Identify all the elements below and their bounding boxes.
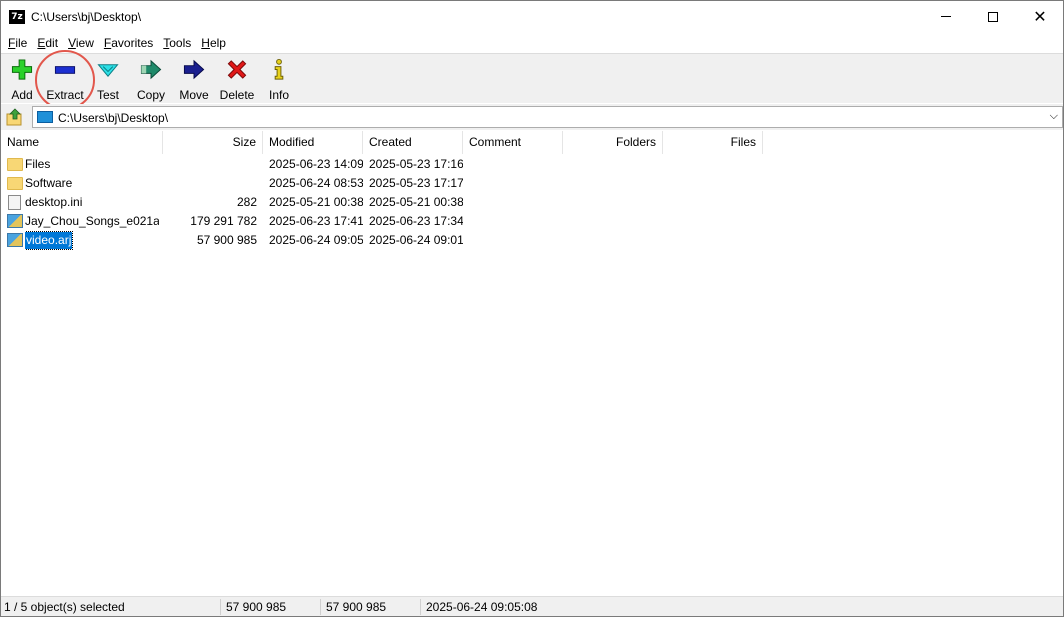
maximize-icon <box>988 11 998 22</box>
column-header-created[interactable]: Created <box>363 131 463 154</box>
info-icon <box>274 58 284 80</box>
file-row-selected[interactable]: video.arj 57 900 985 2025-06-24 09:05 20… <box>1 231 763 250</box>
column-header-folders[interactable]: Folders <box>563 131 663 154</box>
file-created: 2025-05-21 00:38 <box>369 195 463 209</box>
toolbar: Add Extract Test Copy Move Delete Info <box>1 53 1063 103</box>
info-button[interactable]: Info <box>265 58 293 102</box>
folder-icon <box>7 157 23 172</box>
status-divider <box>320 599 321 615</box>
menu-bar: File Edit View Favorites Tools Help <box>1 33 1063 53</box>
file-modified: 2025-05-21 00:38 <box>269 195 363 209</box>
test-label: Test <box>96 88 119 102</box>
file-modified: 2025-06-24 09:05 <box>269 233 363 247</box>
folder-up-icon[interactable] <box>5 108 25 126</box>
status-packed-size: 57 900 985 <box>326 600 387 614</box>
file-name: video.arj <box>25 231 74 250</box>
delete-button[interactable]: Delete <box>218 58 256 102</box>
delete-label: Delete <box>219 88 255 102</box>
menu-favorites[interactable]: Favorites <box>99 34 158 52</box>
file-row[interactable]: Files 2025-06-23 14:09 2025-05-23 17:16 <box>1 155 763 174</box>
minimize-icon <box>941 16 951 17</box>
info-label: Info <box>268 88 289 102</box>
column-header-modified[interactable]: Modified <box>263 131 363 154</box>
file-created: 2025-05-23 17:16 <box>369 157 463 171</box>
add-button[interactable]: Add <box>9 58 35 102</box>
add-label: Add <box>11 88 33 102</box>
close-icon: ✕ <box>1033 6 1047 26</box>
file-name: Jay_Chou_Songs_e021a... <box>25 214 159 228</box>
menu-tools[interactable]: Tools <box>158 34 196 52</box>
file-modified: 2025-06-23 17:41 <box>269 214 363 228</box>
address-row: C:\Users\bj\Desktop\ ⌵ <box>1 104 1063 130</box>
column-header-files[interactable]: Files <box>663 131 763 154</box>
plus-icon <box>11 59 33 80</box>
file-list: Name Size Modified Created Comment Folde… <box>1 131 1063 596</box>
status-divider <box>420 599 421 615</box>
address-path: C:\Users\bj\Desktop\ <box>58 111 169 125</box>
file-created: 2025-05-23 17:17 <box>369 176 463 190</box>
folder-icon <box>7 176 23 191</box>
menu-help[interactable]: Help <box>196 34 231 52</box>
menu-file[interactable]: File <box>3 34 32 52</box>
column-header-comment[interactable]: Comment <box>463 131 563 154</box>
status-divider <box>220 599 221 615</box>
checkmark-icon <box>97 64 119 77</box>
file-row[interactable]: Jay_Chou_Songs_e021a... 179 291 782 2025… <box>1 212 763 231</box>
move-button[interactable]: Move <box>176 58 212 102</box>
minimize-button[interactable] <box>923 1 969 32</box>
file-created: 2025-06-24 09:01 <box>369 233 463 247</box>
move-label: Move <box>179 88 209 102</box>
status-selection: 1 / 5 object(s) selected <box>4 600 125 614</box>
file-size: 179 291 782 <box>190 214 257 228</box>
file-name: desktop.ini <box>25 195 83 209</box>
file-size <box>163 174 257 193</box>
copy-arrow-icon <box>140 59 162 80</box>
maximize-button[interactable] <box>970 1 1016 32</box>
ini-file-icon <box>7 195 23 210</box>
move-arrow-icon <box>183 59 205 80</box>
extract-highlight-circle <box>35 50 95 110</box>
copy-button[interactable]: Copy <box>134 58 168 102</box>
column-header-size[interactable]: Size <box>163 131 263 154</box>
file-modified: 2025-06-23 14:09 <box>269 157 363 171</box>
file-modified: 2025-06-24 08:53 <box>269 176 363 190</box>
file-name: Files <box>25 157 51 171</box>
close-button[interactable]: ✕ <box>1017 1 1063 32</box>
archive-icon <box>7 214 23 229</box>
file-size: 57 900 985 <box>196 233 257 247</box>
column-header-name[interactable]: Name <box>1 131 163 154</box>
file-row[interactable]: desktop.ini 282 2025-05-21 00:38 2025-05… <box>1 193 763 212</box>
status-bar: 1 / 5 object(s) selected 57 900 985 57 9… <box>1 596 1063 616</box>
file-size: 282 <box>236 195 257 209</box>
title-bar[interactable]: 7z C:\Users\bj\Desktop\ ✕ <box>1 1 1063 32</box>
address-bar[interactable]: C:\Users\bj\Desktop\ ⌵ <box>32 106 1063 128</box>
app-window: 7z C:\Users\bj\Desktop\ ✕ File Edit View… <box>0 0 1064 617</box>
copy-label: Copy <box>136 88 165 102</box>
delete-x-icon <box>227 60 247 79</box>
desktop-icon <box>37 111 53 123</box>
status-date: 2025-06-24 09:05:08 <box>426 600 538 614</box>
file-name: Software <box>25 176 73 190</box>
test-button[interactable]: Test <box>94 58 122 102</box>
file-created: 2025-06-23 17:34 <box>369 214 463 228</box>
file-size <box>163 155 257 174</box>
menu-edit[interactable]: Edit <box>32 34 63 52</box>
window-title: C:\Users\bj\Desktop\ <box>31 10 142 24</box>
chevron-down-icon[interactable]: ⌵ <box>1050 110 1058 123</box>
file-row[interactable]: Software 2025-06-24 08:53 2025-05-23 17:… <box>1 174 763 193</box>
archive-icon <box>7 233 23 248</box>
7zip-app-icon: 7z <box>9 10 25 24</box>
status-size: 57 900 985 <box>226 600 287 614</box>
